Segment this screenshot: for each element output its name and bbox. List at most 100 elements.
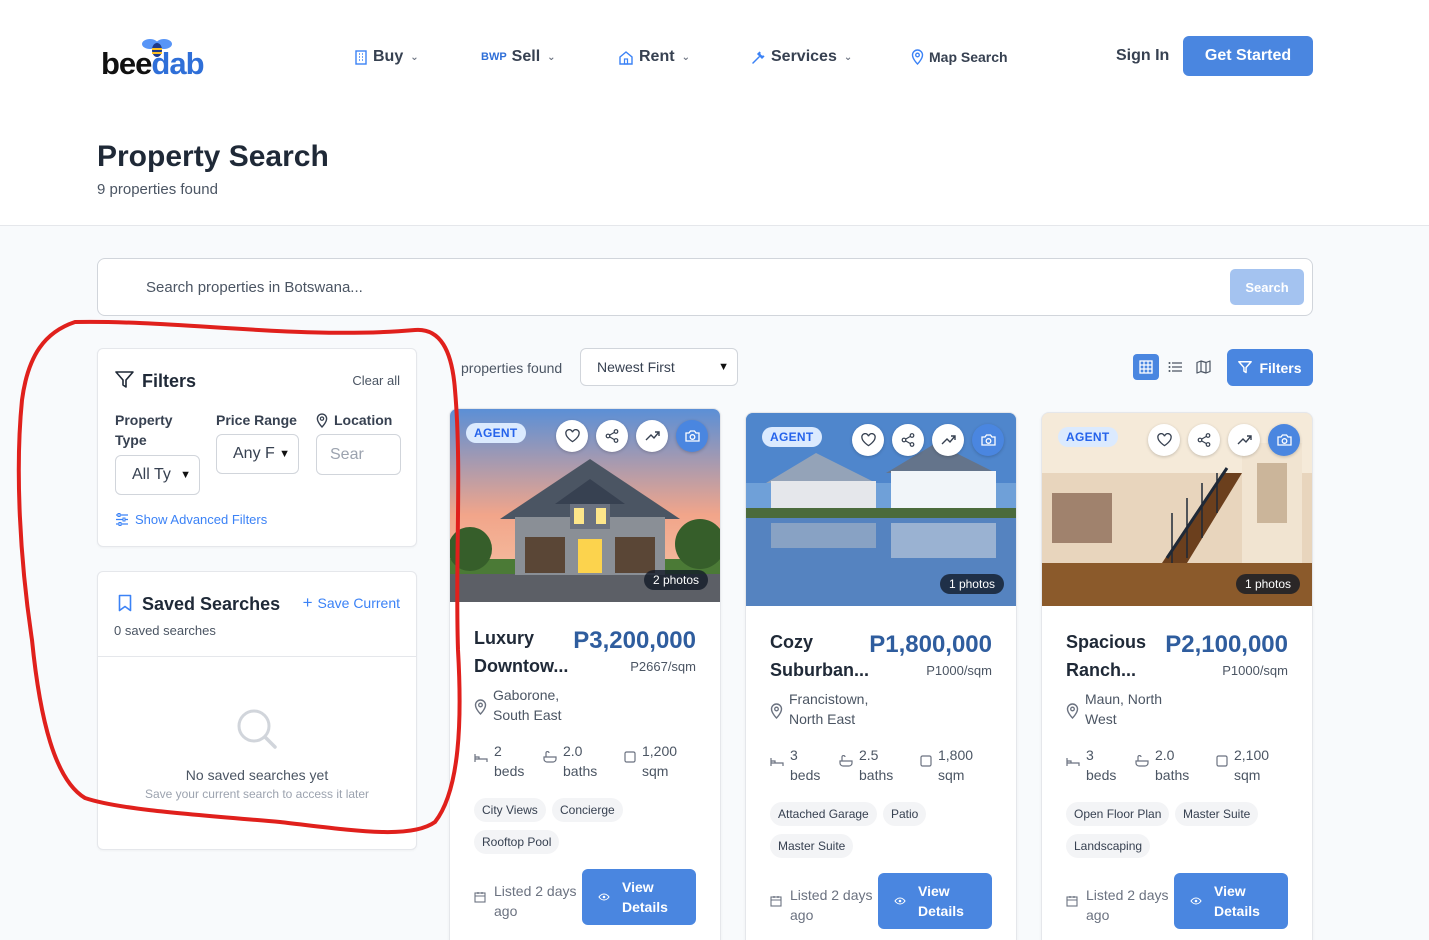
show-advanced-filters-link[interactable]: Show Advanced Filters [115, 512, 267, 527]
grid-view-toggle[interactable] [1133, 354, 1159, 380]
trend-button[interactable] [1228, 424, 1260, 456]
property-card[interactable]: AGENT 2 photos Luxury Downtow... P3,200,… [449, 408, 721, 940]
property-search-bar: Search properties in Botswana... Search [97, 258, 1313, 316]
favorite-button[interactable] [556, 420, 588, 452]
nav-services[interactable]: Services ⌄ [751, 47, 852, 67]
share-icon [1197, 433, 1211, 447]
sliders-icon [115, 513, 129, 526]
calendar-icon [1066, 885, 1078, 925]
bath-icon [1135, 745, 1149, 785]
sort-select[interactable]: Newest First ▼ [580, 348, 738, 386]
photos-button[interactable] [676, 420, 708, 452]
beds-stat: 3 beds [1066, 745, 1126, 785]
property-type-label: Property Type [115, 412, 173, 448]
square-icon [624, 741, 636, 781]
map-icon [1195, 360, 1211, 374]
location-text: Gaborone, South East [493, 687, 562, 723]
empty-state-title: No saved searches yet [185, 767, 329, 783]
listed-text: Listed 2 days ago [790, 887, 873, 923]
eye-icon [1190, 897, 1202, 905]
beds-text: 3 beds [790, 747, 821, 783]
share-icon [605, 429, 619, 443]
beds-stat: 2 beds [474, 741, 534, 781]
nav-rent[interactable]: Rent ⌄ [618, 47, 690, 67]
filters-title: Filters [142, 371, 197, 391]
sort-value: Newest First [597, 359, 675, 375]
feature-tag: Master Suite [1175, 802, 1259, 826]
baths-stat: 2.0 baths [1135, 745, 1195, 785]
feature-tag: Concierge [552, 798, 623, 822]
clear-all-link[interactable]: Clear all [352, 373, 400, 388]
property-card[interactable]: AGENT 1 photos Cozy Suburban... P1,800,0… [745, 412, 1017, 940]
listed-date: Listed 2 days ago [1066, 885, 1172, 925]
view-details-button[interactable]: View Details [878, 873, 992, 929]
view-details-button[interactable]: View Details [582, 869, 696, 925]
agent-badge: AGENT [762, 427, 822, 447]
bed-icon [1066, 745, 1080, 785]
bed-icon [474, 741, 488, 781]
share-button[interactable] [892, 424, 924, 456]
property-photo[interactable]: AGENT 1 photos [746, 413, 1016, 606]
empty-state-subtitle: Save your current search to access it la… [144, 787, 370, 801]
save-current-label: Save Current [317, 595, 400, 611]
filters-toggle-button[interactable]: Filters [1227, 349, 1313, 386]
chevron-down-icon: ▼ [718, 361, 729, 373]
price-range-select[interactable]: Any F ▼ [216, 434, 299, 474]
beds-text: 2 beds [494, 743, 525, 779]
nav-map-search[interactable]: Map Search [911, 47, 1008, 67]
baths-text: 2.0 baths [1155, 747, 1190, 783]
show-advanced-filters-label: Show Advanced Filters [135, 512, 268, 527]
get-started-button[interactable]: Get Started [1183, 36, 1313, 76]
photo-count-badge: 2 photos [643, 570, 708, 590]
camera-icon [1276, 434, 1292, 446]
search-input[interactable]: Search properties in Botswana... [146, 279, 363, 296]
share-button[interactable] [596, 420, 628, 452]
property-photo[interactable]: AGENT 2 photos [450, 409, 720, 602]
map-pin-icon [1066, 689, 1079, 729]
location-input[interactable]: Sear [316, 434, 401, 475]
property-type-select[interactable]: All Ty ▼ [115, 455, 200, 495]
listed-text: Listed 2 days ago [1086, 887, 1169, 923]
saved-searches-title: Saved Searches [142, 594, 281, 614]
favorite-button[interactable] [852, 424, 884, 456]
results-count: properties found [461, 360, 563, 376]
view-details-label: View Details [622, 879, 668, 915]
nav-sell-label: Sell [511, 48, 541, 65]
agent-badge: AGENT [466, 423, 526, 443]
chevron-down-icon: ▼ [180, 469, 191, 481]
price-per-sqm: P2667/sqm [630, 659, 696, 674]
feature-tag: Open Floor Plan [1066, 802, 1170, 826]
share-button[interactable] [1188, 424, 1220, 456]
bath-icon [839, 745, 853, 785]
list-view-toggle[interactable] [1162, 354, 1188, 380]
view-details-label: View Details [918, 883, 964, 919]
location-label-wrap: Location [316, 410, 392, 430]
favorite-button[interactable] [1148, 424, 1180, 456]
divider [98, 656, 416, 657]
nav-services-label: Services [771, 48, 837, 65]
nav-buy[interactable]: Buy ⌄ [354, 47, 419, 67]
baths-stat: 2.5 baths [839, 745, 899, 785]
map-view-toggle[interactable] [1190, 354, 1216, 380]
property-photo[interactable]: AGENT 1 photos [1042, 413, 1312, 606]
beedab-logo[interactable]: beedab [101, 36, 211, 81]
sign-in-link[interactable]: Sign In [1116, 47, 1169, 65]
trend-button[interactable] [932, 424, 964, 456]
top-navbar: beedab Buy ⌄ BWP Sell ⌄ Rent ⌄ Services … [0, 0, 1429, 112]
photos-button[interactable] [1268, 424, 1300, 456]
eye-icon [598, 893, 610, 901]
heart-icon [1156, 433, 1172, 447]
view-details-button[interactable]: View Details [1174, 873, 1288, 929]
page-title: Property Search [97, 140, 329, 173]
photos-button[interactable] [972, 424, 1004, 456]
nav-sell[interactable]: BWP Sell ⌄ [481, 47, 556, 67]
area-text: 2,100 sqm [1234, 747, 1270, 783]
property-type-value: All Ty [132, 466, 171, 483]
property-price: P2,100,000 [1165, 631, 1288, 658]
search-button[interactable]: Search [1230, 269, 1304, 305]
save-current-button[interactable]: + Save Current [303, 594, 400, 611]
property-card[interactable]: AGENT 1 photos Spacious Ranch... P2,100,… [1041, 412, 1313, 940]
page-result-count: 9 properties found [97, 181, 218, 198]
trend-button[interactable] [636, 420, 668, 452]
chevron-down-icon: ▼ [279, 448, 290, 460]
